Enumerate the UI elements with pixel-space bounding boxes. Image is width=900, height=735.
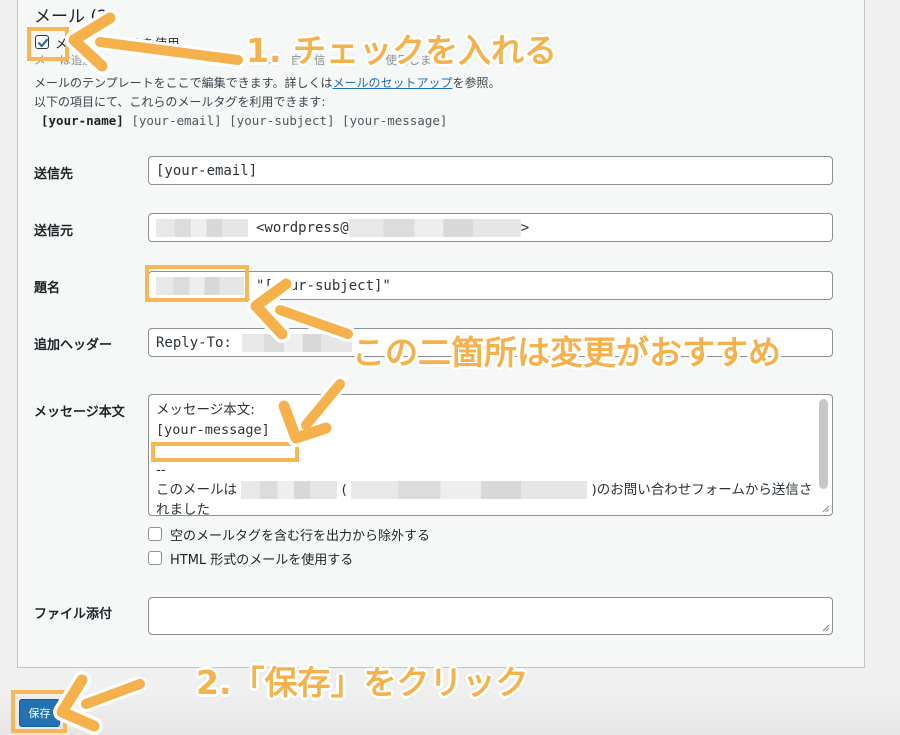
annotation-step1: 1. チェックを入れる: [246, 31, 557, 70]
annotation-middle: この二箇所は変更がおすすめ: [352, 333, 781, 372]
arrow-signature-icon: [275, 376, 348, 447]
arrow-step2-icon: [53, 671, 148, 735]
arrow-subject-icon: [247, 275, 356, 343]
annotation-step2: 2.「保存」をクリック: [196, 663, 529, 702]
arrow-step1-icon: [65, 9, 246, 75]
